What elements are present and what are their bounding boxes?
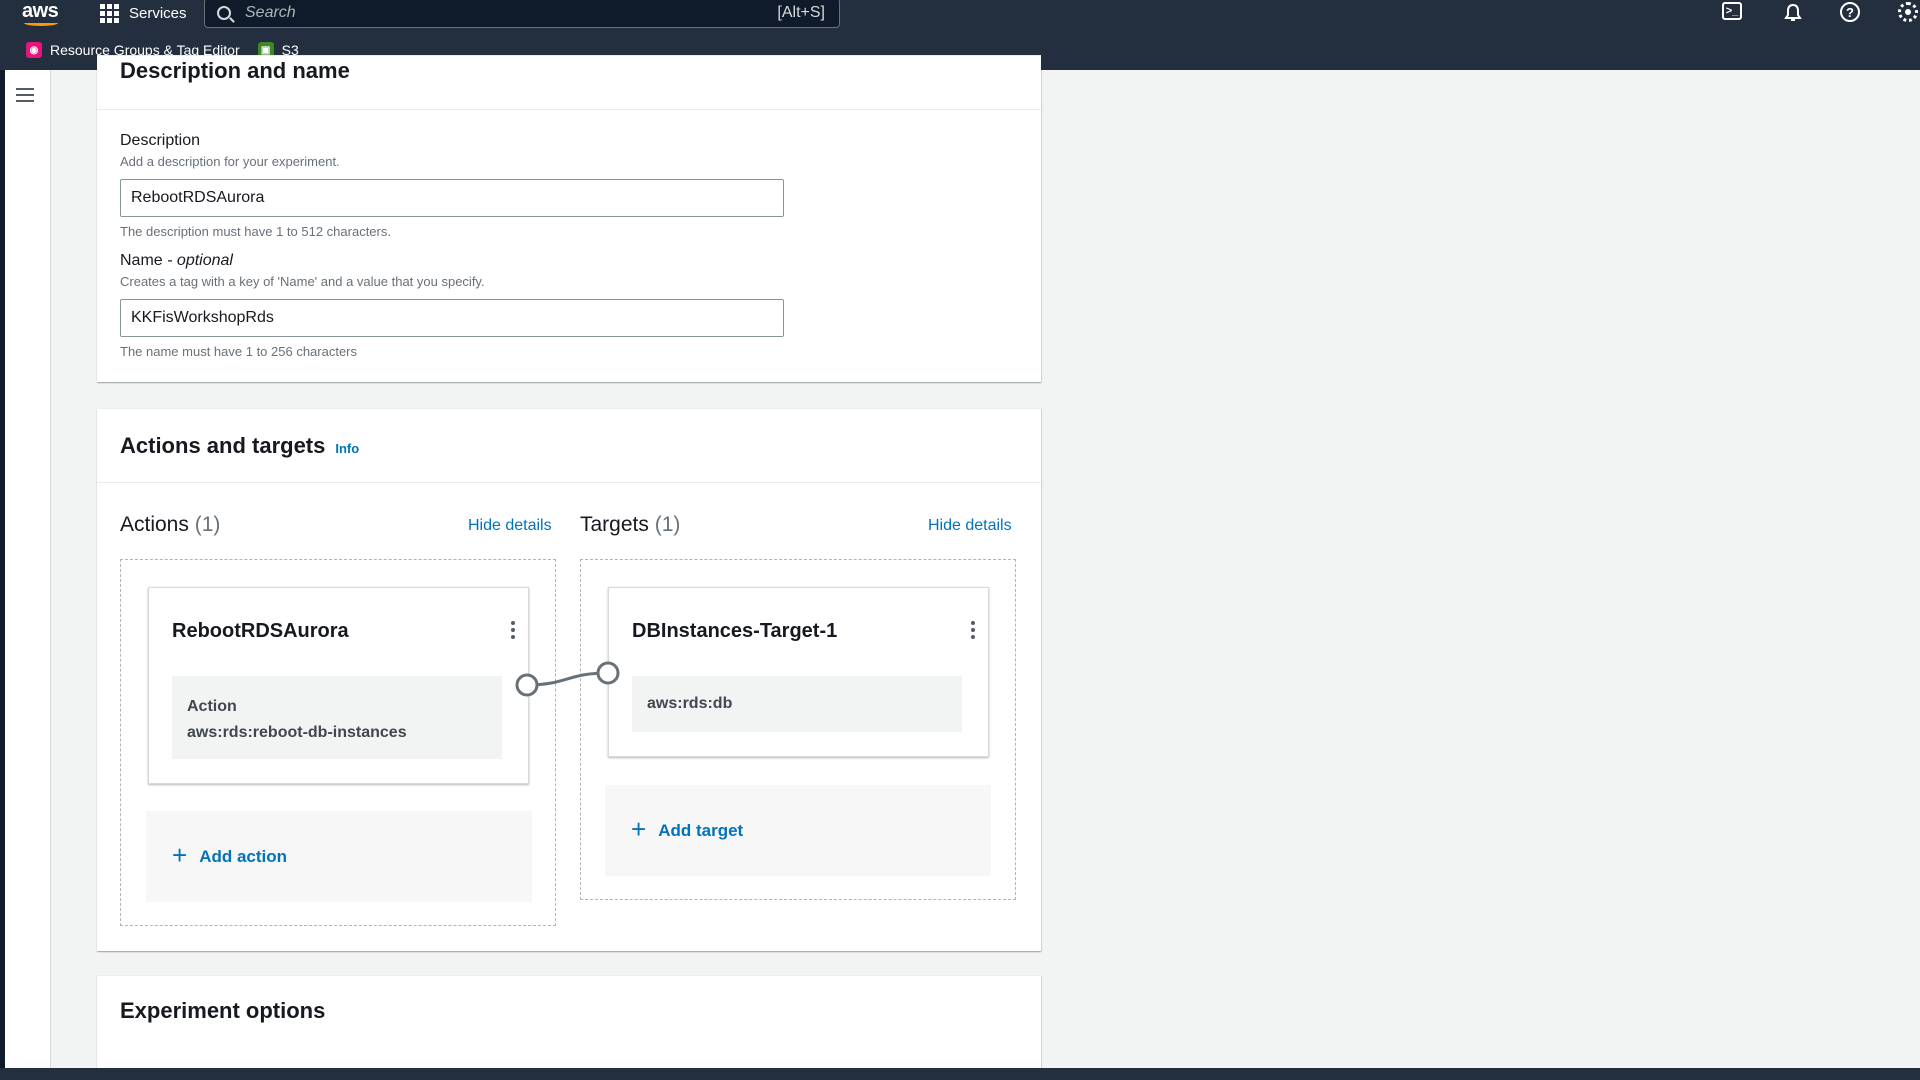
add-target-button[interactable]: + Add target bbox=[605, 785, 991, 876]
action-body-value: aws:rds:reboot-db-instances bbox=[187, 724, 407, 741]
grid-icon bbox=[100, 3, 119, 23]
action-more-options-icon[interactable] bbox=[511, 621, 515, 639]
target-card[interactable]: DBInstances-Target-1 aws:rds:db bbox=[608, 587, 989, 757]
resource-groups-icon: ◉ bbox=[26, 42, 42, 58]
description-constraint: The description must have 1 to 512 chara… bbox=[120, 224, 391, 239]
target-more-options-icon[interactable] bbox=[971, 621, 975, 639]
targets-heading: Targets (1) bbox=[580, 513, 681, 536]
description-section-header: Description and name bbox=[97, 56, 1041, 110]
footer-bar bbox=[0, 1068, 1920, 1080]
targets-count: (1) bbox=[654, 513, 681, 536]
action-name: RebootRDSAurora bbox=[172, 620, 349, 642]
description-label: Description bbox=[120, 132, 201, 149]
plus-icon: + bbox=[631, 814, 647, 844]
actions-heading: Actions (1) bbox=[120, 513, 221, 536]
actions-targets-header: Actions and targets Info bbox=[97, 409, 1041, 483]
target-body: aws:rds:db bbox=[632, 676, 962, 732]
name-value: KKFisWorkshopRds bbox=[131, 309, 274, 326]
action-body: Action aws:rds:reboot-db-instances bbox=[172, 676, 502, 759]
aws-logo-smile-icon bbox=[24, 20, 58, 26]
experiment-options-container: Experiment options bbox=[97, 975, 1041, 1068]
name-label: Name - optional bbox=[120, 252, 233, 269]
name-hint: Creates a tag with a key of 'Name' and a… bbox=[120, 274, 485, 289]
add-target-label: Add target bbox=[658, 820, 744, 840]
actions-count: (1) bbox=[194, 513, 221, 536]
experiment-options-title: Experiment options bbox=[120, 998, 326, 1023]
name-constraint: The name must have 1 to 256 characters bbox=[120, 344, 358, 359]
targets-hide-details-link[interactable]: Hide details bbox=[928, 517, 1012, 535]
description-hint: Add a description for your experiment. bbox=[120, 154, 340, 169]
description-field: Description Add a description for your e… bbox=[120, 132, 784, 239]
description-input[interactable]: RebootRDSAurora bbox=[120, 179, 784, 217]
top-navigation: aws Services Search [Alt+S] >_ ? bbox=[0, 0, 1920, 30]
cloudshell-icon[interactable]: >_ bbox=[1722, 2, 1742, 20]
description-value: RebootRDSAurora bbox=[131, 189, 265, 206]
description-section-title: Description and name bbox=[120, 58, 350, 83]
description-and-name-container: Description and name Description Add a d… bbox=[97, 55, 1041, 382]
search-shortcut: [Alt+S] bbox=[777, 4, 825, 21]
name-input[interactable]: KKFisWorkshopRds bbox=[120, 299, 784, 337]
plus-icon: + bbox=[172, 840, 188, 870]
target-body-value: aws:rds:db bbox=[647, 695, 733, 712]
actions-hide-details-link[interactable]: Hide details bbox=[468, 517, 552, 535]
info-link[interactable]: Info bbox=[335, 441, 359, 456]
side-navigation-rail bbox=[5, 70, 51, 1068]
actions-and-targets-container: Actions and targets Info Actions (1) Hide… bbox=[97, 408, 1041, 951]
action-body-label: Action bbox=[187, 698, 237, 715]
help-icon[interactable]: ? bbox=[1840, 2, 1860, 22]
actions-targets-title: Actions and targets Info bbox=[120, 433, 360, 458]
search-input[interactable]: Search [Alt+S] bbox=[204, 0, 840, 28]
services-menu-button[interactable]: Services bbox=[100, 0, 187, 26]
add-action-label: Add action bbox=[199, 846, 288, 866]
bell-icon[interactable] bbox=[1782, 2, 1804, 24]
hamburger-menu-icon[interactable] bbox=[16, 88, 34, 102]
add-action-button[interactable]: + Add action bbox=[146, 811, 532, 902]
search-icon bbox=[217, 6, 231, 20]
optional-label: - optional bbox=[167, 252, 233, 269]
search-placeholder: Search bbox=[245, 4, 296, 21]
action-card[interactable]: RebootRDSAurora Action aws:rds:reboot-db… bbox=[148, 587, 529, 784]
gear-icon[interactable] bbox=[1898, 2, 1918, 22]
services-label: Services bbox=[129, 4, 187, 22]
name-field: Name - optional Creates a tag with a key… bbox=[120, 252, 784, 359]
target-name: DBInstances-Target-1 bbox=[632, 620, 838, 642]
